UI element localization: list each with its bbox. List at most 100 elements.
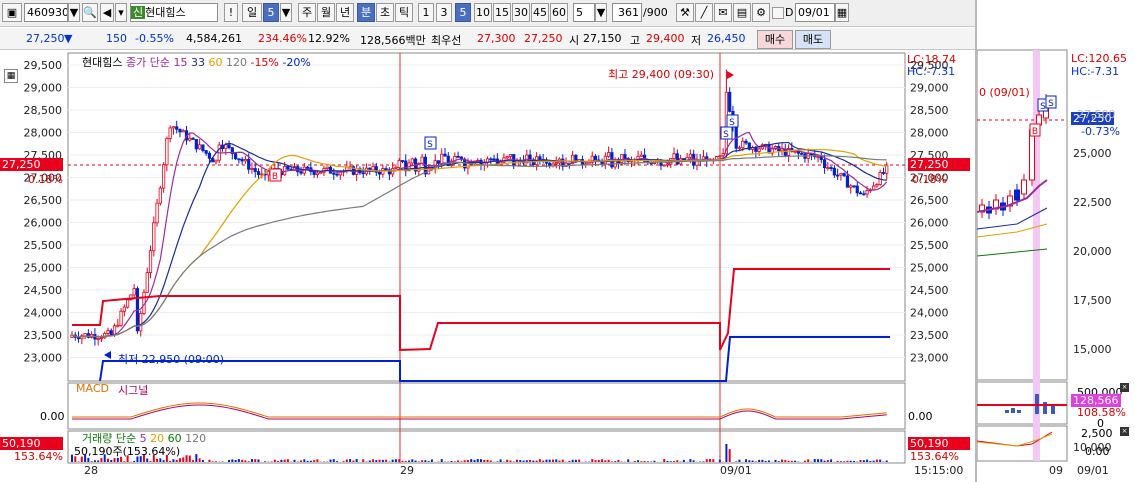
sell-button[interactable]: 매도 xyxy=(795,30,831,49)
legend-close-label: 종가 단순 xyxy=(125,56,170,69)
price-chart-svg[interactable]: 29,500 29,50029,000 29,00028,500 28,50028,0… xyxy=(0,51,975,482)
volume-bar xyxy=(97,460,100,462)
interval-15-button[interactable]: 15 xyxy=(493,3,511,22)
candle-body xyxy=(440,153,444,164)
volume-right-tag: 50,190 xyxy=(908,437,970,450)
stock-name-field[interactable]: 신 현대힘스 xyxy=(130,3,218,22)
volume-bar xyxy=(486,459,489,462)
candle-body xyxy=(319,171,323,174)
side-close-icon[interactable]: × xyxy=(1120,383,1129,392)
volume-bar xyxy=(561,459,564,462)
prev-arrow-icon[interactable]: ▾ xyxy=(115,3,127,22)
count-input[interactable]: 361 xyxy=(612,3,642,22)
candle-body xyxy=(237,158,241,161)
candle-body xyxy=(112,325,117,335)
volume-bar xyxy=(401,460,404,462)
candle-body xyxy=(593,155,598,161)
volume-bar xyxy=(162,460,165,462)
candle-body xyxy=(865,190,869,195)
tick-button[interactable]: 틱 xyxy=(395,3,413,22)
envelope-icon[interactable]: ✉ xyxy=(714,3,732,22)
candle-body xyxy=(872,185,876,191)
alert-button[interactable]: ! xyxy=(224,3,238,22)
interval-60-button[interactable]: 60 xyxy=(550,3,568,22)
volume-bar xyxy=(146,458,149,462)
candle-body xyxy=(99,337,104,340)
legend-stock-name: 현대힘스 xyxy=(82,56,123,69)
buy-button[interactable]: 매수 xyxy=(757,30,793,49)
volume-bar xyxy=(673,461,676,462)
period-day-button[interactable]: 일 xyxy=(242,3,262,22)
volume-bar xyxy=(578,459,581,462)
y-tick-left: 29,000 xyxy=(24,82,63,95)
window-icon[interactable]: ▣ xyxy=(2,3,22,22)
y-tick-right: 25,500 xyxy=(910,239,949,252)
side-volume-bar xyxy=(1017,410,1021,413)
period-dropdown-icon[interactable]: ▼ xyxy=(280,3,292,22)
save-icon[interactable]: ▤ xyxy=(733,3,751,22)
volume-bar xyxy=(480,459,482,462)
date-checkbox[interactable] xyxy=(772,7,784,19)
second-button[interactable]: 초 xyxy=(376,3,394,22)
count-total: /900 xyxy=(643,6,668,19)
candle-body xyxy=(829,167,833,169)
year-button[interactable]: 년 xyxy=(336,3,354,22)
month-button[interactable]: 월 xyxy=(317,3,335,22)
candle-body xyxy=(132,288,136,296)
interval-1-button[interactable]: 1 xyxy=(418,3,434,22)
interval-10-button[interactable]: 10 xyxy=(474,3,492,22)
volume-bar xyxy=(362,459,365,462)
toolbox-icon[interactable]: ⚒ xyxy=(676,3,694,22)
side-close-icon-2[interactable]: × xyxy=(1120,427,1129,436)
volume-bar xyxy=(460,461,463,462)
side-chart-panel[interactable]: 25,00022,50020,00017,50015,00012,50010,0… xyxy=(975,0,1135,482)
volume-bar xyxy=(489,460,492,462)
macd-zero-left: 0.00 xyxy=(40,410,65,423)
volume-bar xyxy=(614,461,617,462)
search-icon[interactable]: 🔍 xyxy=(82,3,98,22)
y-tick-left: 24,000 xyxy=(24,307,63,320)
candle-body xyxy=(171,126,176,129)
interval-5-button[interactable]: 5 xyxy=(455,3,471,22)
code-dropdown-icon[interactable]: ▼ xyxy=(68,3,80,22)
x-label-29: 29 xyxy=(400,464,414,477)
candle-body xyxy=(826,167,830,169)
candle-body xyxy=(126,299,130,308)
period-num-button[interactable]: 5 xyxy=(263,3,279,22)
volume-bar xyxy=(627,459,630,462)
side-y-tick: 25,000 xyxy=(1073,147,1112,160)
volume-bar xyxy=(515,459,518,462)
volume-bar xyxy=(483,459,486,462)
line-tool-icon[interactable]: ╱ xyxy=(695,3,713,22)
volume-bar xyxy=(270,461,273,462)
interval-input[interactable]: 5 xyxy=(573,3,595,22)
interval-45-button[interactable]: 45 xyxy=(531,3,549,22)
sound-icon[interactable]: ◀ xyxy=(100,3,114,22)
volume-bar xyxy=(398,459,401,462)
volume-bar xyxy=(385,459,388,462)
macd-panel-frame xyxy=(67,382,906,430)
candle-body xyxy=(505,156,509,159)
calendar-icon[interactable]: ▦ xyxy=(835,3,849,22)
volume-bar xyxy=(408,460,411,462)
volume-bar xyxy=(617,459,620,462)
minute-button[interactable]: 분 xyxy=(357,3,375,22)
interval-3-button[interactable]: 3 xyxy=(436,3,452,22)
side-signal-text: B xyxy=(1032,127,1038,137)
week-button[interactable]: 주 xyxy=(298,3,316,22)
volume-bar xyxy=(257,459,260,462)
candle-body xyxy=(400,160,405,162)
interval-30-button[interactable]: 30 xyxy=(512,3,530,22)
date-input[interactable]: 09/01 xyxy=(795,3,835,22)
main-chart-area[interactable]: 29,500 29,500 29,000 29,000 28,500 28,500 28,0… xyxy=(0,51,975,482)
volume-bar xyxy=(349,459,352,462)
volume-bar xyxy=(231,459,234,462)
stock-code-input[interactable]: 460930 xyxy=(24,3,68,22)
volume-bar xyxy=(545,459,548,462)
side-candle-body xyxy=(1029,129,1035,181)
open-price: 27,150 xyxy=(583,32,622,45)
gear-icon[interactable]: ⚙ xyxy=(752,3,770,22)
volume-bar xyxy=(293,459,296,462)
grid-toggle-icon[interactable]: ▦ xyxy=(4,69,18,83)
interval-dropdown-icon[interactable]: ▼ xyxy=(595,3,607,22)
